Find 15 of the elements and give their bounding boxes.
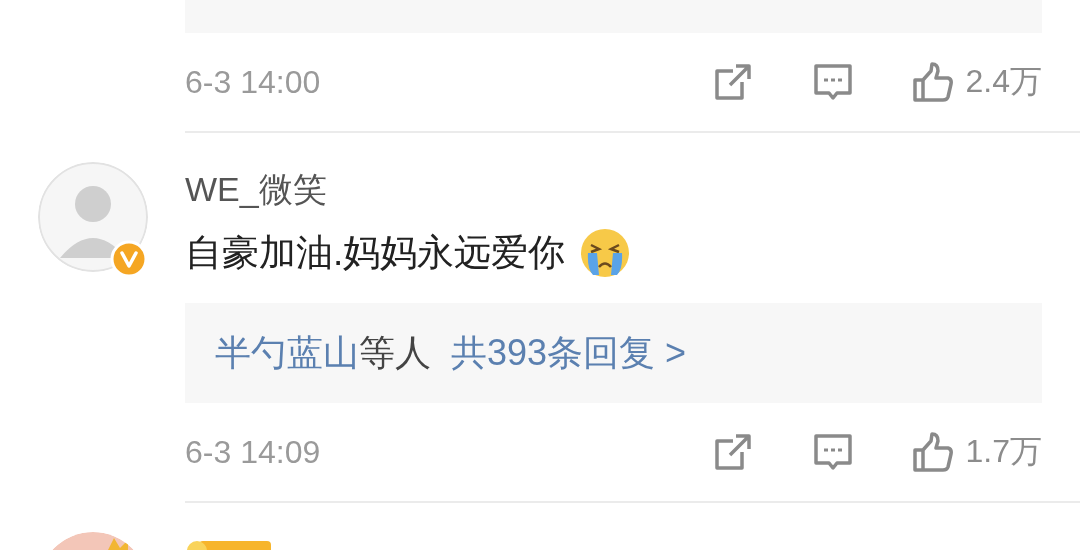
comment-time: 6-3 14:00 [185,63,322,101]
reply-count-link[interactable]: 共393条回复 > [451,328,687,378]
like-count: 2.4万 [965,62,1042,101]
comment-text: 自豪加油.妈妈永远爱你 [185,231,566,275]
comment-time: 6-3 14:09 [185,433,322,471]
user-name[interactable]: WE_微笑 [185,167,327,211]
reply-user-link[interactable]: 半勺蓝山 [215,328,359,378]
reply-users-suffix: 等人 [359,330,431,375]
comment-icon[interactable] [811,61,854,103]
replies-box[interactable]: 半勺蓝山等人 共393条回复 > [185,303,1042,403]
avatar[interactable] [38,162,148,272]
thumbs-up-icon[interactable] [911,431,954,473]
thumbs-up-icon[interactable] [911,61,954,103]
like-count: 1.7万 [965,432,1042,471]
comment-icon[interactable] [811,431,854,473]
